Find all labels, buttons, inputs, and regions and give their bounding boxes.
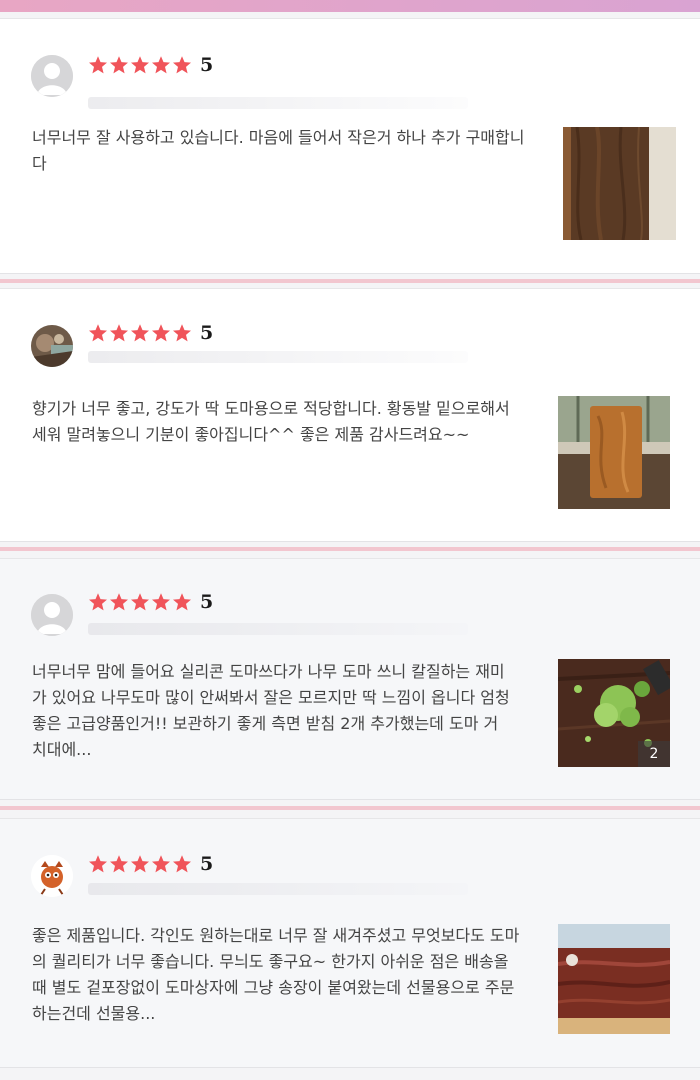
chopped-greens-photo[interactable]: 2: [558, 659, 670, 767]
star-icon: [131, 855, 149, 873]
star-rating: 5: [88, 852, 213, 876]
star-rating: 5: [88, 321, 213, 345]
star-rating: 5: [88, 53, 213, 77]
star-icon: [152, 324, 170, 342]
rating-value: 5: [200, 322, 214, 344]
star-icon: [131, 593, 149, 611]
star-icon: [110, 56, 128, 74]
star-icon: [89, 855, 107, 873]
star-icon: [131, 324, 149, 342]
wrapped-board-photo[interactable]: [558, 924, 670, 1034]
default-avatar-icon: [31, 594, 73, 636]
review-text[interactable]: 향기가 너무 좋고, 강도가 딱 도마용으로 적당합니다. 황동발 밑으로해서 …: [32, 396, 527, 448]
card-separator: [0, 547, 700, 551]
rating-value: 5: [200, 54, 214, 76]
star-icon: [152, 593, 170, 611]
star-icon: [173, 593, 191, 611]
star-icon: [110, 855, 128, 873]
photo-count-badge: 2: [638, 741, 670, 767]
star-icon: [89, 56, 107, 74]
standing-board-photo[interactable]: [558, 396, 670, 509]
card-separator: [0, 279, 700, 283]
blurred-meta: [88, 97, 468, 109]
top-accent-band: [0, 0, 700, 12]
review-text[interactable]: 너무너무 잘 사용하고 있습니다. 마음에 들어서 작은거 하나 추가 구매합니…: [32, 125, 527, 177]
review-text[interactable]: 너무너무 맘에 들어요 실리콘 도마쓰다가 나무 도마 쓰니 칼질하는 재미가 …: [32, 659, 512, 763]
star-icon: [110, 324, 128, 342]
rating-value: 5: [200, 853, 214, 875]
review-card[interactable]: 5 좋은 제품입니다. 각인도 원하는대로 너무 잘 새겨주셨고 무엇보다도 도…: [0, 818, 700, 1068]
star-icon: [89, 324, 107, 342]
review-card[interactable]: 5 향기가 너무 좋고, 강도가 딱 도마용으로 적당합니다. 황동발 밑으로해…: [0, 288, 700, 542]
star-icon: [173, 56, 191, 74]
review-text[interactable]: 좋은 제품입니다. 각인도 원하는대로 너무 잘 새겨주셨고 무엇보다도 도마의…: [32, 923, 522, 1027]
star-icon: [110, 593, 128, 611]
star-icon: [152, 855, 170, 873]
blurred-meta: [88, 351, 468, 363]
user-photo-avatar: [31, 325, 73, 367]
review-card[interactable]: 5 너무너무 잘 사용하고 있습니다. 마음에 들어서 작은거 하나 추가 구매…: [0, 18, 700, 274]
default-avatar-icon: [31, 55, 73, 97]
star-icon: [173, 324, 191, 342]
rating-value: 5: [200, 591, 214, 613]
star-icon: [131, 56, 149, 74]
blurred-meta: [88, 883, 468, 895]
cartoon-avatar-icon: [31, 855, 73, 897]
card-separator: [0, 806, 700, 810]
star-icon: [152, 56, 170, 74]
star-rating: 5: [88, 590, 213, 614]
star-icon: [173, 855, 191, 873]
review-card[interactable]: 5 너무너무 맘에 들어요 실리콘 도마쓰다가 나무 도마 쓰니 칼질하는 재미…: [0, 558, 700, 800]
walnut-board-photo[interactable]: [563, 127, 676, 240]
star-icon: [89, 593, 107, 611]
blurred-meta: [88, 623, 468, 635]
